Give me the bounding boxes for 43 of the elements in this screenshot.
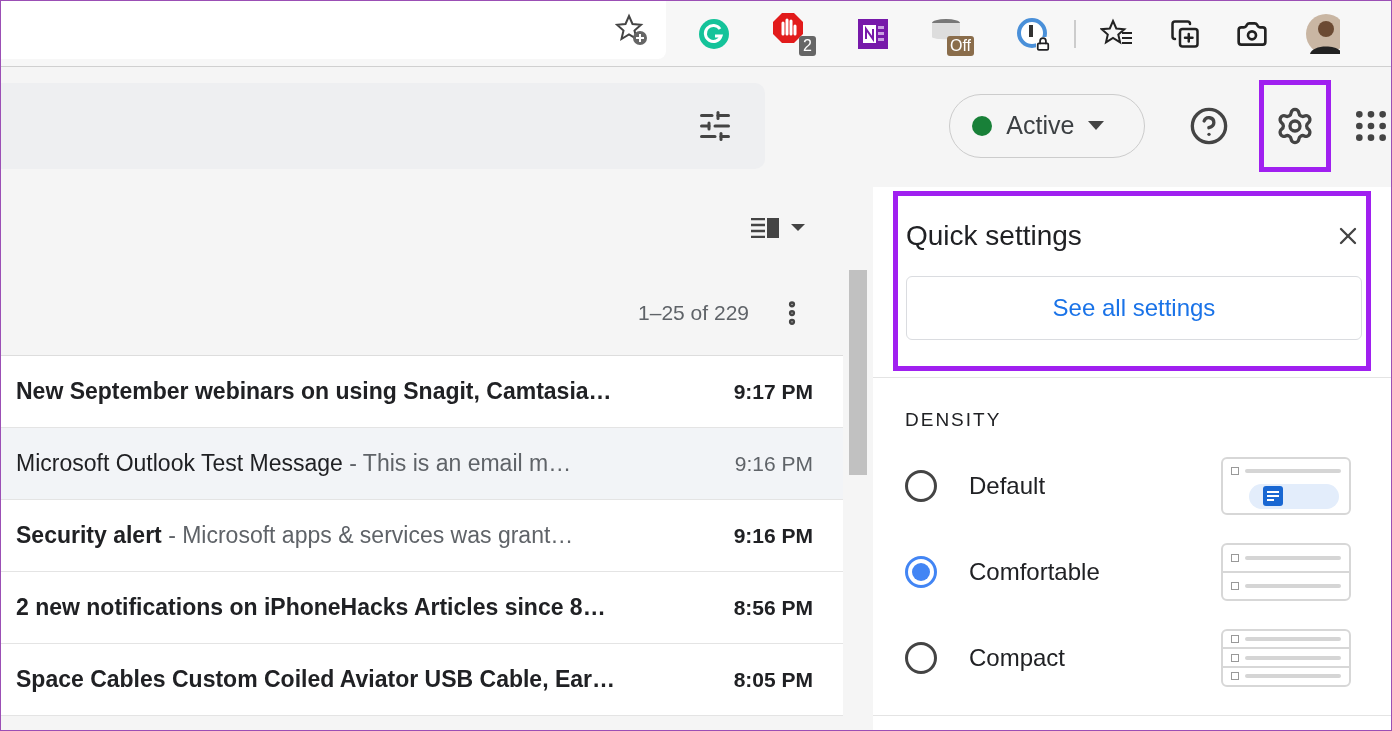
blocker-extension-button[interactable]: 2	[772, 11, 816, 56]
collections-icon[interactable]	[1170, 18, 1200, 49]
email-row[interactable]: Space Cables Custom Coiled Aviator USB Cable, Ear… 8:05 PM	[1, 644, 843, 716]
settings-button[interactable]	[1259, 80, 1332, 172]
see-all-settings-button[interactable]: See all settings	[906, 276, 1362, 340]
email-time: 8:05 PM	[732, 666, 813, 693]
notebook-extension-icon[interactable]	[858, 18, 888, 49]
email-row[interactable]: New September webinars on using Snagit, Camtasia… 9:17 PM	[1, 356, 843, 428]
email-snippet: - This is an email m…	[348, 449, 572, 479]
pagination-text: 1–25 of 229	[638, 299, 749, 326]
email-subject: Microsoft Outlook Test Message	[16, 449, 343, 479]
stop-hand-icon	[772, 11, 804, 44]
email-time: 9:16 PM	[732, 522, 813, 549]
email-time: 8:56 PM	[732, 594, 813, 621]
email-time: 9:17 PM	[732, 378, 813, 405]
caret-icon	[1088, 121, 1105, 131]
scrollbar-thumb[interactable]	[849, 270, 867, 475]
email-time: 9:16 PM	[733, 450, 813, 477]
avatar[interactable]	[1304, 13, 1340, 54]
ring-icon	[1016, 16, 1048, 49]
density-label: Comfortable	[969, 556, 1101, 587]
email-snippet: - Microsoft apps & services was grant…	[167, 521, 574, 551]
section-heading: DENSITY	[905, 408, 1003, 432]
email-subject: 2 new notifications on iPhoneHacks Articles since 8…	[16, 593, 606, 623]
extension-badge: 2	[799, 35, 816, 56]
split-view-icon[interactable]	[751, 217, 807, 238]
density-radio[interactable]	[905, 555, 937, 588]
density-label: Compact	[969, 642, 1067, 673]
email-row[interactable]: 2 new notifications on iPhoneHacks Articles since 8… 8:56 PM	[1, 572, 843, 644]
density-radio[interactable]	[905, 469, 937, 502]
email-subject: Space Cables Custom Coiled Aviator USB Cable, Ear…	[16, 665, 615, 695]
toggle-extension-button[interactable]: Off	[930, 11, 974, 56]
density-label: Default	[969, 470, 1047, 501]
panel-title: Quick settings	[906, 219, 1082, 253]
email-subject: Security alert	[16, 521, 162, 551]
email-row[interactable]: Security alert - Microsoft apps & services was grant… 9:16 PM	[1, 500, 843, 572]
email-subject: New September webinars on using Snagit, Camtasia…	[16, 377, 612, 407]
status-dropdown[interactable]: Active	[949, 94, 1146, 158]
help-icon[interactable]	[1189, 106, 1230, 146]
star-plus-icon	[615, 13, 649, 47]
density-radio[interactable]	[905, 641, 937, 674]
extension-badge: Off	[946, 35, 974, 56]
lock-extension-button[interactable]	[1016, 16, 1050, 51]
